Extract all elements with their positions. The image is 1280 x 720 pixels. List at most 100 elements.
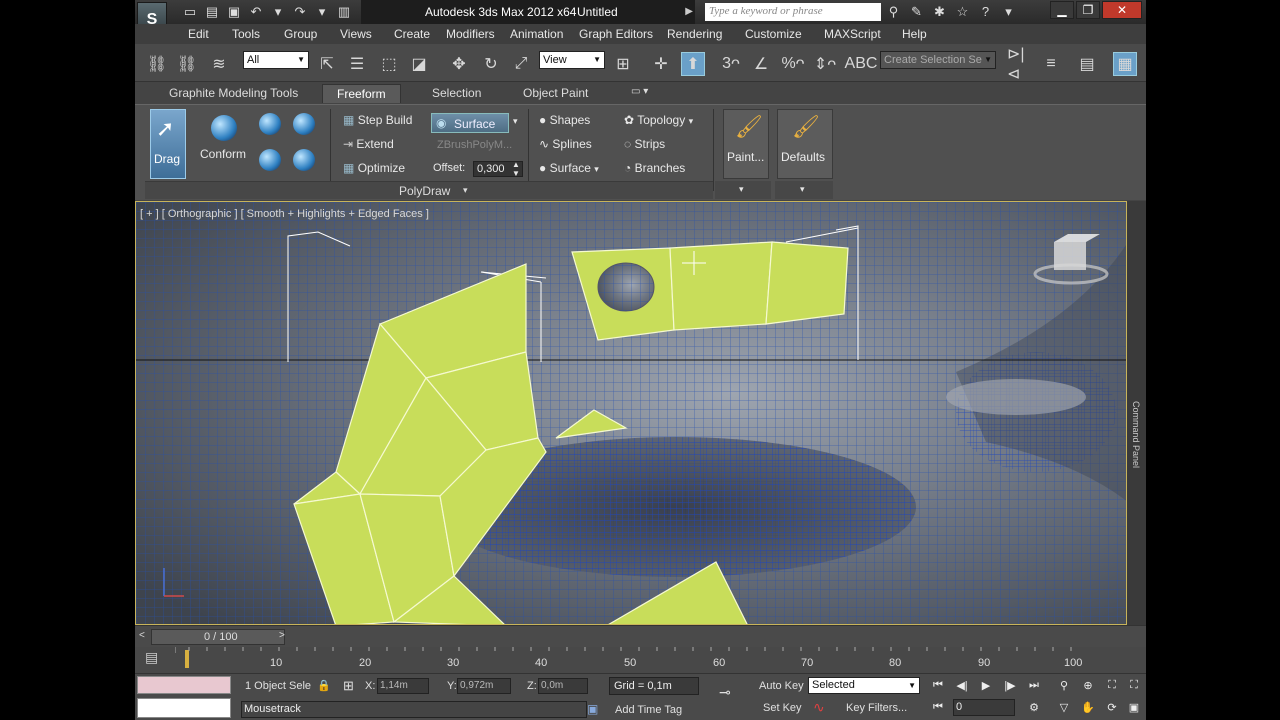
angle-snap-icon[interactable]: ∠ (749, 52, 773, 76)
conform-move-icon[interactable] (259, 113, 281, 135)
time-configuration-icon[interactable]: ⚙ (1025, 699, 1043, 715)
maxscript-listener-bottom[interactable] (137, 698, 231, 718)
reference-coordinate-dropdown[interactable]: View (539, 51, 605, 69)
graphite-toggle-icon[interactable]: ▦ (1113, 52, 1137, 76)
spinner-snap-icon[interactable]: ⇕ᴖ (813, 52, 837, 76)
unlink-icon[interactable]: ⛓ (175, 52, 199, 76)
z-coordinate-field[interactable]: 0,0m (538, 678, 588, 694)
redo-icon[interactable]: ↷ (291, 3, 309, 21)
select-manipulate-icon[interactable]: ✛ (649, 52, 673, 76)
save-icon[interactable]: ▣ (225, 3, 243, 21)
pan-icon[interactable]: ✋ (1079, 699, 1097, 715)
tab-object-paint[interactable]: Object Paint (523, 86, 588, 100)
perspective-viewport[interactable]: [ + ] [ Orthographic ] [ Smooth + Highli… (135, 201, 1127, 625)
splines-button[interactable]: ∿ Splines (539, 137, 592, 151)
tools-icon[interactable]: ✎ (908, 3, 925, 20)
surface-mode-button[interactable]: ● Surface ▾ (539, 161, 599, 175)
search-input[interactable]: Type a keyword or phrase (705, 3, 881, 21)
minimize-button[interactable]: ▁ (1050, 1, 1074, 19)
isolate-selection-icon[interactable]: ▣ (587, 702, 598, 716)
edit-named-selection-icon[interactable]: ABC (845, 52, 878, 76)
menu-views[interactable]: Views (340, 27, 372, 41)
track-bar[interactable]: ▤ 10 20 30 40 50 60 70 80 90 100 (135, 647, 1146, 673)
conform-icon[interactable] (211, 115, 237, 141)
command-panel-collapsed[interactable]: Command Panel (1127, 201, 1146, 625)
strips-button[interactable]: ◌ Strips (624, 137, 665, 151)
orbit-icon[interactable]: ⟳ (1103, 699, 1121, 715)
previous-frame-icon[interactable]: ◀| (953, 677, 971, 693)
next-frame-icon[interactable]: |▶ (1001, 677, 1019, 693)
selection-lock-icon[interactable]: 🔒 (317, 679, 331, 692)
menu-edit[interactable]: Edit (188, 27, 209, 41)
offset-spinner-icon[interactable]: ▲ ▼ (512, 160, 520, 178)
optimize-button[interactable]: ▦ Optimize (343, 161, 405, 175)
selection-filter-dropdown[interactable]: All (243, 51, 309, 69)
close-button[interactable]: ✕ (1102, 1, 1142, 19)
menu-tools[interactable]: Tools (232, 27, 260, 41)
maxscript-listener-top[interactable] (137, 676, 231, 694)
pivot-center-icon[interactable]: ⊞ (611, 52, 635, 76)
menu-modifiers[interactable]: Modifiers (446, 27, 495, 41)
conform-relax-icon[interactable] (293, 113, 315, 135)
curve-editor-icon[interactable]: ▤ (145, 649, 158, 666)
menu-group[interactable]: Group (284, 27, 317, 41)
align-icon[interactable]: ≡ (1039, 52, 1063, 76)
go-to-end-icon[interactable]: ⏭ (1025, 677, 1043, 693)
communication-icon[interactable]: ✱ (931, 3, 948, 20)
bind-space-warp-icon[interactable]: ≋ (207, 52, 231, 76)
menu-maxscript[interactable]: MAXScript (824, 27, 881, 41)
x-coordinate-field[interactable]: 1,14m (377, 678, 429, 694)
auto-key-button[interactable]: Auto Key (759, 680, 804, 692)
key-mode-dropdown[interactable]: Selected (808, 677, 920, 694)
rectangular-selection-icon[interactable]: ⬚ (377, 52, 401, 76)
key-icon[interactable]: ⊸ (719, 684, 731, 701)
zoom-extents-icon[interactable]: ⛶ (1103, 677, 1121, 693)
window-crossing-icon[interactable]: ◪ (407, 52, 431, 76)
help-dropdown-icon[interactable]: ▾ (1000, 3, 1017, 20)
maximize-button[interactable]: ❐ (1076, 1, 1100, 19)
y-coordinate-field[interactable]: 0,972m (457, 678, 511, 694)
shapes-button[interactable]: ● Shapes (539, 113, 590, 127)
menu-help[interactable]: Help (902, 27, 927, 41)
set-key-button[interactable]: Set Key (763, 702, 802, 714)
panel-title-bar[interactable]: PolyDraw ▾ (145, 181, 713, 199)
tab-freeform[interactable]: Freeform (322, 84, 401, 103)
project-folder-icon[interactable]: ▥ (335, 3, 353, 21)
key-filters-button[interactable]: Key Filters... (846, 702, 907, 714)
undo-dropdown-icon[interactable]: ▾ (269, 3, 287, 21)
zoom-icon[interactable]: ⚲ (1055, 677, 1073, 693)
named-selection-dropdown[interactable]: Create Selection Se (880, 51, 996, 69)
ribbon-options-icon[interactable]: ▭ ▾ (631, 86, 648, 97)
menu-create[interactable]: Create (394, 27, 430, 41)
conform-button-label[interactable]: Conform (200, 147, 246, 161)
scale-icon[interactable]: ⤢ (509, 52, 533, 76)
conform-push-icon[interactable] (293, 149, 315, 171)
maximize-viewport-icon[interactable]: ▣ (1125, 699, 1143, 715)
surface-pick-button[interactable]: ◉ Surface (431, 113, 509, 133)
surface-dropdown-icon[interactable]: ▾ (513, 116, 518, 127)
paint-button[interactable]: 🖌 Paint... (723, 109, 769, 179)
drag-button[interactable]: ➚ Drag (150, 109, 186, 179)
keyboard-shortcut-override-icon[interactable]: ⬆ (681, 52, 705, 76)
zoom-all-icon[interactable]: ⊕ (1079, 677, 1097, 693)
absolute-mode-icon[interactable]: ⊞ (343, 678, 354, 694)
menu-graph-editors[interactable]: Graph Editors (579, 27, 653, 41)
help-icon[interactable]: ? (977, 3, 994, 20)
conform-scale-icon[interactable] (259, 149, 281, 171)
defaults-button[interactable]: 🖌 Defaults (777, 109, 833, 179)
menu-customize[interactable]: Customize (745, 27, 802, 41)
step-build-button[interactable]: ▦ Step Build (343, 113, 412, 127)
mirror-icon[interactable]: ⊳|⊲ (1007, 46, 1031, 83)
open-file-icon[interactable]: ▤ (203, 3, 221, 21)
current-frame-field[interactable]: 0 (953, 699, 1015, 716)
select-object-icon[interactable]: ⇱ (315, 52, 339, 76)
move-icon[interactable]: ✥ (447, 52, 471, 76)
field-of-view-icon[interactable]: ▽ (1055, 699, 1073, 715)
go-to-start-icon[interactable]: ⏮ (929, 677, 947, 693)
add-time-tag-button[interactable]: Add Time Tag (615, 704, 682, 716)
layer-manager-icon[interactable]: ▤ (1075, 52, 1099, 76)
tab-selection[interactable]: Selection (432, 86, 481, 100)
default-tangent-icon[interactable]: ∿ (813, 699, 825, 716)
menu-animation[interactable]: Animation (510, 27, 563, 41)
time-prev-icon[interactable]: < (139, 630, 145, 641)
